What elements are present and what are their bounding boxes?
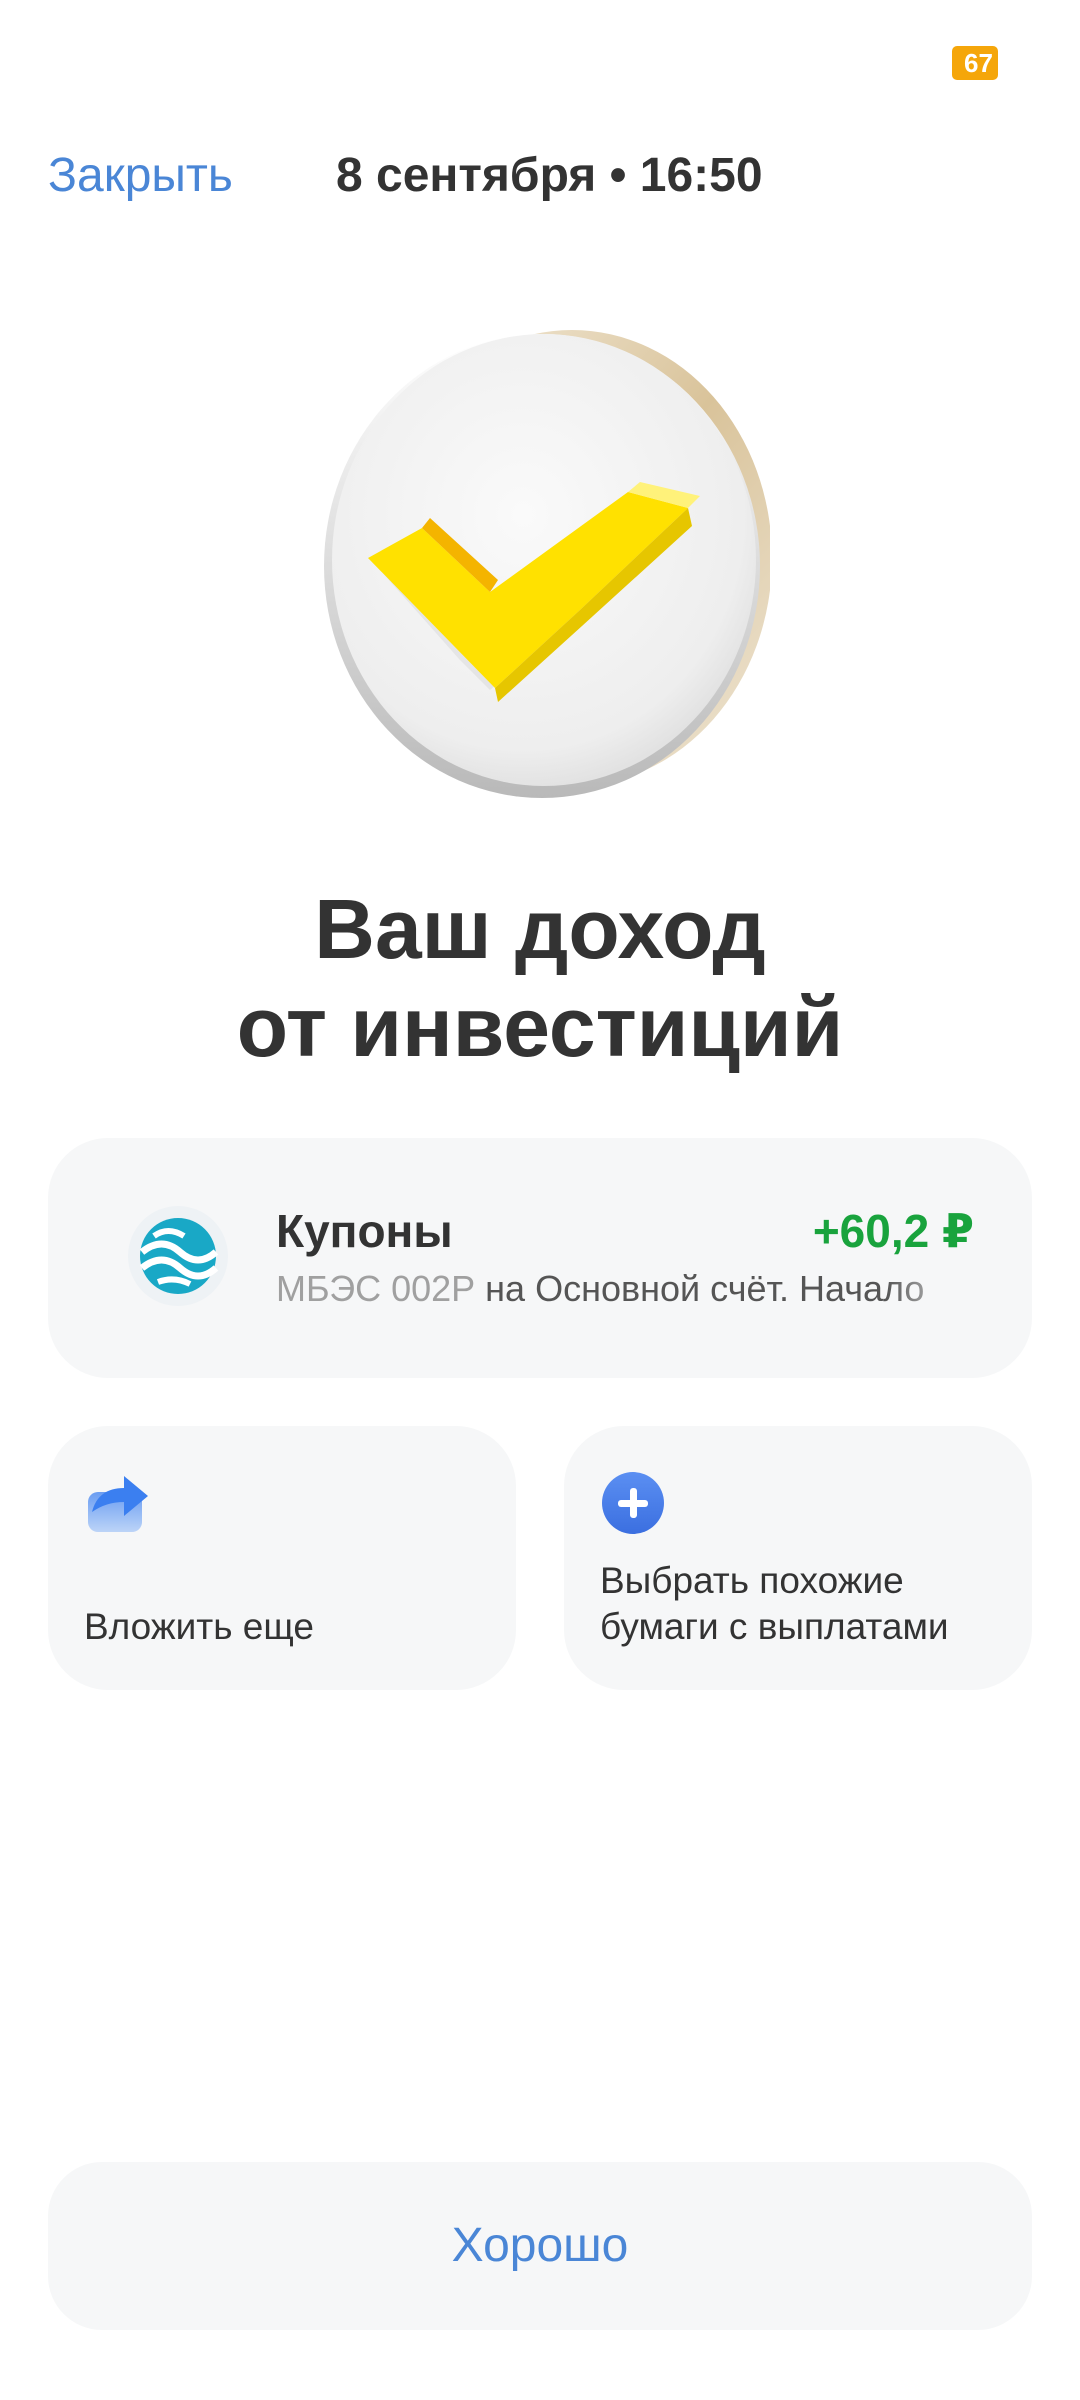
invest-more-label: Вложить еще (84, 1606, 314, 1647)
page-title: Ваш доход от инвестиций (0, 880, 1080, 1076)
coupon-card[interactable]: Купоны +60,2 ₽ МБЭС 002Р на Основной счё… (48, 1138, 1032, 1378)
battery-indicator: 67 (952, 46, 998, 80)
coupon-description-bond: МБЭС 002Р (276, 1268, 476, 1309)
status-bar: 67 (0, 0, 1080, 120)
coupon-title: Купоны (276, 1205, 453, 1257)
checkmark-coin-icon (310, 330, 772, 800)
plus-circle-icon (600, 1470, 666, 1536)
similar-bonds-label: Выбрать похожие бумаги с выплатами (600, 1560, 949, 1647)
coupon-amount: +60,2 ₽ (812, 1205, 974, 1257)
ok-button[interactable]: Хорошо (48, 2162, 1032, 2330)
close-button[interactable]: Закрыть (48, 148, 233, 203)
coupon-description: МБЭС 002Р на Основной счёт. Начало (276, 1268, 976, 1322)
title-line-1: Ваш доход (314, 882, 766, 976)
title-line-2: от инвестиций (236, 980, 844, 1074)
issuer-logo-icon (128, 1206, 228, 1306)
invest-more-button[interactable]: Вложить еще (48, 1426, 516, 1690)
coupon-description-text: на Основной счёт. Начало (475, 1268, 925, 1309)
operation-date-time: 8 сентября • 16:50 (336, 149, 763, 202)
share-arrow-icon (84, 1470, 150, 1536)
header: Закрыть 8 сентября • 16:50 (0, 130, 1080, 220)
similar-bonds-button[interactable]: Выбрать похожие бумаги с выплатами (564, 1426, 1032, 1690)
